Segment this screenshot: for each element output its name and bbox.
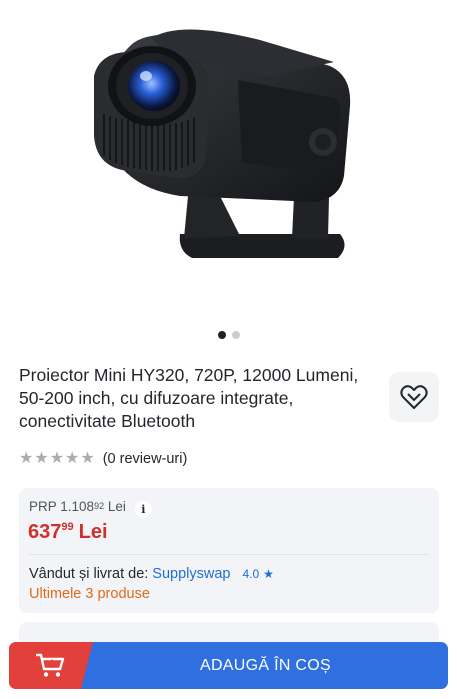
recommended-price: PRP 1.108 92 Lei i (29, 499, 152, 518)
rating-stars: ★ ★ ★ ★ ★ (19, 451, 95, 467)
info-icon[interactable]: i (134, 501, 152, 518)
product-image-gallery[interactable] (0, 0, 457, 318)
price-currency: Lei (78, 521, 108, 543)
current-price: 637 99 Lei (28, 520, 108, 544)
price-decimals: 99 (61, 521, 74, 533)
price-card: PRP 1.108 92 Lei i 637 99 Lei Vândut și l… (19, 488, 439, 613)
seller-info: Vândut și livrat de: Supplyswap 4.0 ★ (29, 566, 274, 582)
heart-icon (400, 385, 428, 409)
star-icon: ★ (263, 567, 274, 581)
product-image[interactable] (60, 6, 360, 274)
cart-icon-area (9, 642, 93, 689)
product-title: Proiector Mini HY320, 720P, 12000 Lumeni… (19, 365, 359, 431)
star-icon: ★ (49, 450, 65, 467)
star-icon: ★ (65, 450, 80, 467)
reviews-count-link[interactable]: (0 review-uri) (103, 451, 188, 467)
cart-plus-icon (36, 653, 65, 677)
product-rating[interactable]: ★ ★ ★ ★ ★ (0 review-uri) (19, 451, 188, 468)
prp-value: PRP 1.108 (29, 499, 95, 514)
divider (29, 554, 429, 555)
price-integer: 637 (28, 521, 62, 543)
stock-status: Ultimele 3 produse (29, 586, 150, 602)
seller-score[interactable]: 4.0 (242, 567, 259, 581)
gallery-dot-2[interactable] (231, 331, 240, 339)
add-to-cart-label: ADAUGĂ ÎN COȘ (199, 656, 332, 674)
star-icon: ★ (80, 450, 95, 467)
seller-name-link[interactable]: Supplyswap (152, 566, 230, 582)
star-icon: ★ (34, 450, 49, 467)
add-to-favorites-button[interactable] (389, 372, 439, 422)
prp-currency: Lei (107, 499, 126, 514)
seller-label: Vândut și livrat de: (29, 566, 149, 582)
gallery-dot-1[interactable] (217, 331, 226, 339)
gallery-pagination (0, 331, 457, 339)
add-to-cart-button[interactable]: ADAUGĂ ÎN COȘ (9, 642, 448, 689)
star-icon: ★ (19, 450, 34, 467)
prp-decimals: 92 (94, 501, 105, 511)
